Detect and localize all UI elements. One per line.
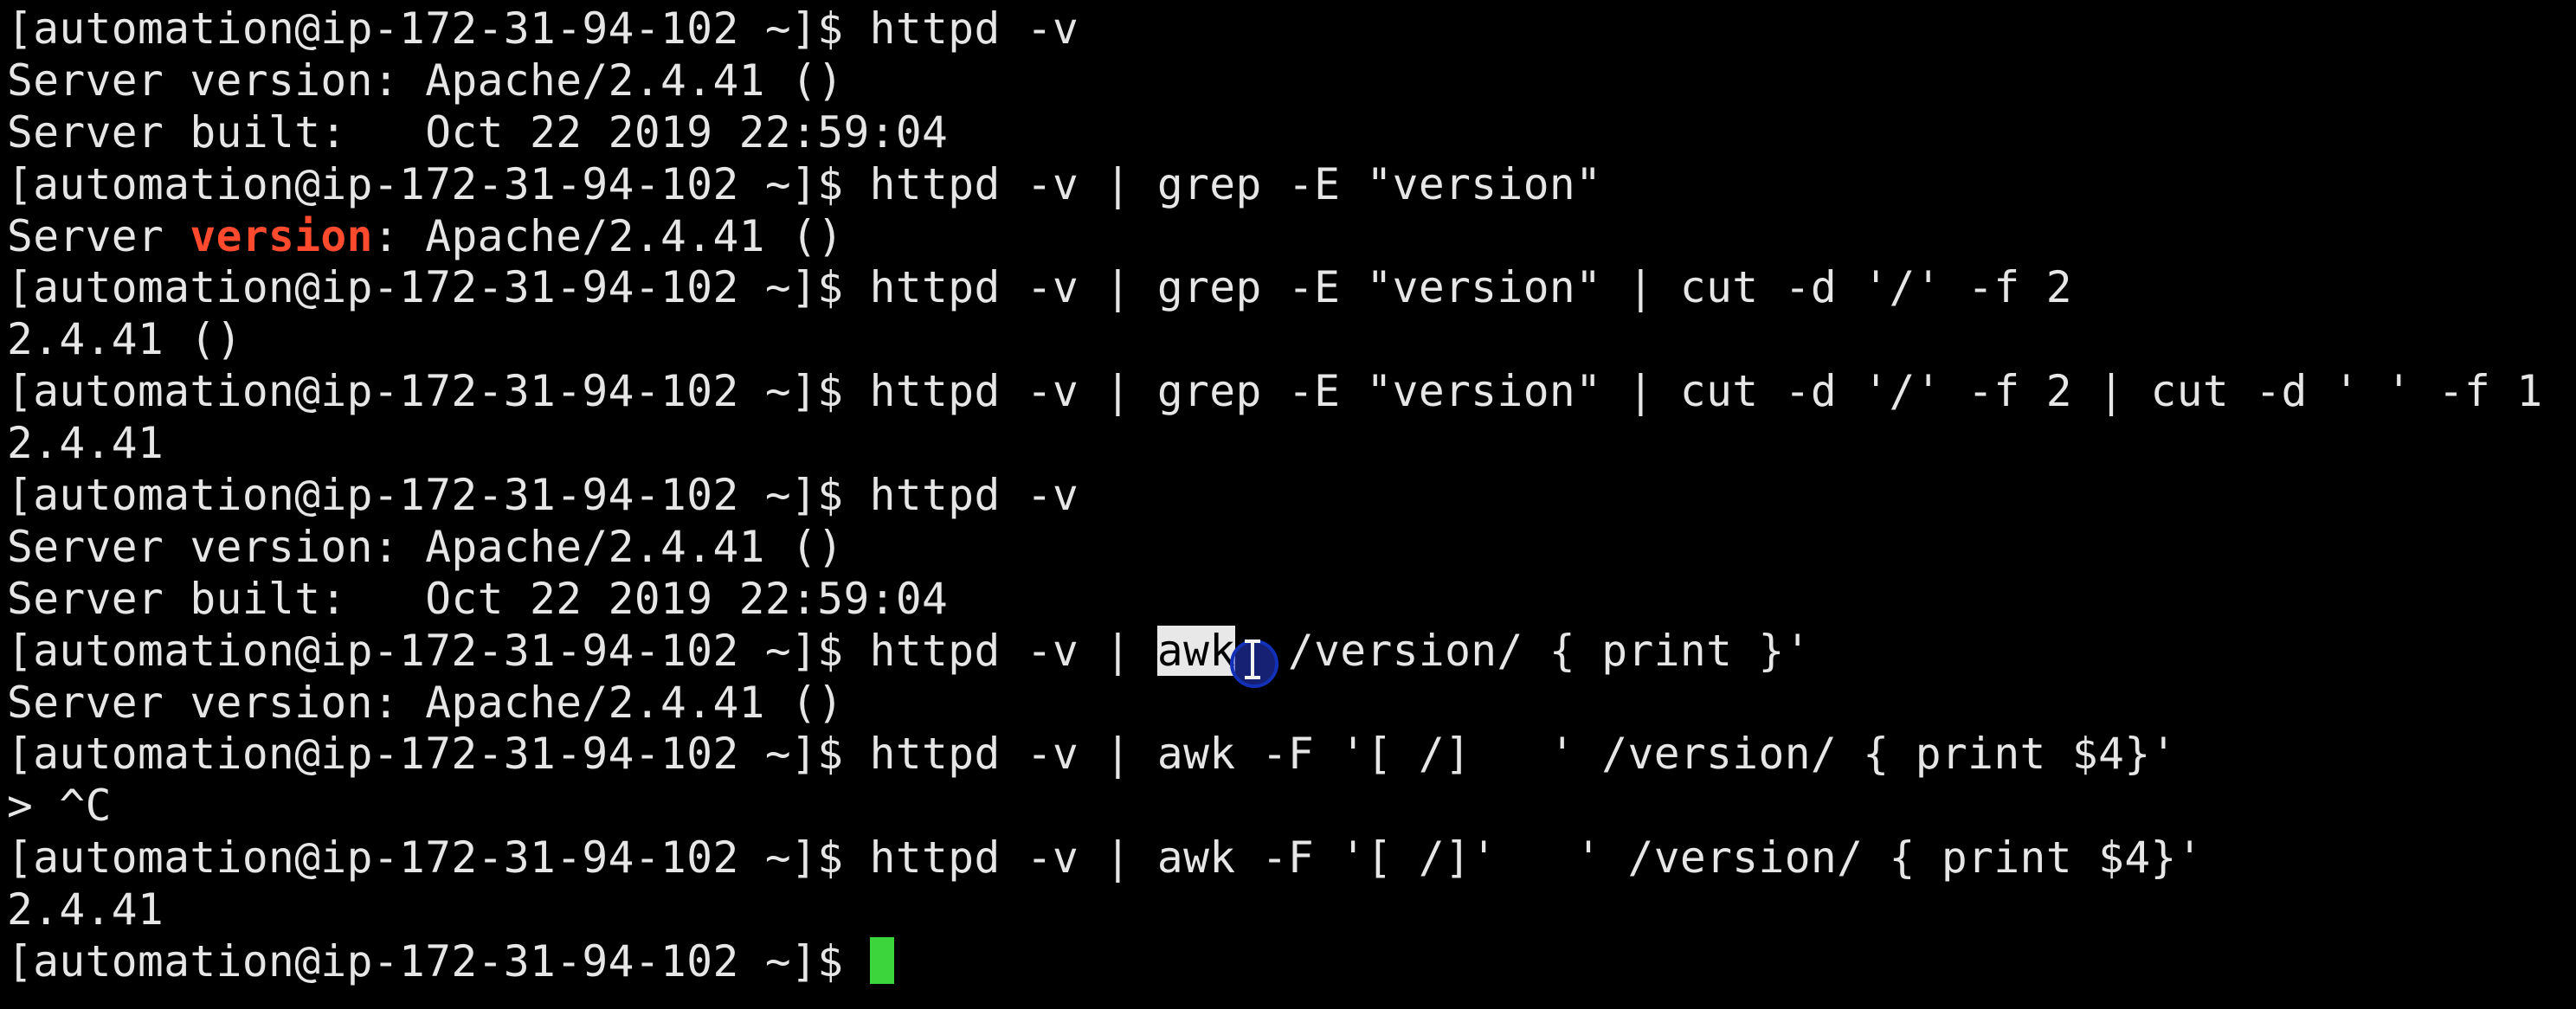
terminal-line-selection: [automation@ip-172-31-94-102 ~]$ httpd -… (7, 625, 2576, 688)
grep-match-highlight: version (190, 210, 373, 261)
terminal-line: [automation@ip-172-31-94-102 ~]$ httpd -… (7, 470, 1079, 521)
terminal-line: Server built: Oct 22 2019 22:59:04 (7, 106, 949, 157)
terminal-prompt-line[interactable]: [automation@ip-172-31-94-102 ~]$ (7, 936, 2576, 988)
shell-prompt: [automation@ip-172-31-94-102 ~]$ (7, 936, 870, 987)
terminal-line: Server built: Oct 22 2019 22:59:04 (7, 573, 949, 624)
terminal-text: /version/ { print }' (1235, 625, 1811, 676)
terminal-line: [automation@ip-172-31-94-102 ~]$ httpd -… (7, 729, 2177, 780)
terminal-line: [automation@ip-172-31-94-102 ~]$ httpd -… (7, 158, 1602, 209)
terminal-line-grep-output: Server version: Apache/2.4.41 () (7, 211, 2576, 263)
selected-text[interactable]: awk (1156, 625, 1236, 676)
terminal-window[interactable]: [automation@ip-172-31-94-102 ~]$ httpd -… (0, 0, 2576, 1009)
click-indicator (1230, 639, 1279, 688)
terminal-line: [automation@ip-172-31-94-102 ~]$ httpd -… (7, 3, 1079, 54)
terminal-line: > ^C (7, 781, 112, 832)
terminal-line: 2.4.41 (7, 418, 164, 469)
terminal-text: Server (7, 210, 190, 261)
terminal-line: [automation@ip-172-31-94-102 ~]$ httpd -… (7, 262, 2072, 313)
terminal-line: Server version: Apache/2.4.41 () (7, 677, 844, 728)
terminal-line: [automation@ip-172-31-94-102 ~]$ httpd -… (7, 832, 2203, 884)
text-cursor (869, 937, 894, 985)
i-beam-bar (1245, 639, 1261, 679)
terminal-line: Server version: Apache/2.4.41 () (7, 521, 844, 572)
terminal-text: [automation@ip-172-31-94-102 ~]$ httpd -… (7, 625, 1157, 676)
terminal-line: 2.4.41 () (7, 314, 242, 365)
terminal-text: : Apache/2.4.41 () (372, 210, 844, 261)
terminal-line: 2.4.41 (7, 884, 164, 935)
terminal-line: [automation@ip-172-31-94-102 ~]$ httpd -… (7, 366, 2543, 417)
terminal-line: Server version: Apache/2.4.41 () (7, 55, 844, 106)
